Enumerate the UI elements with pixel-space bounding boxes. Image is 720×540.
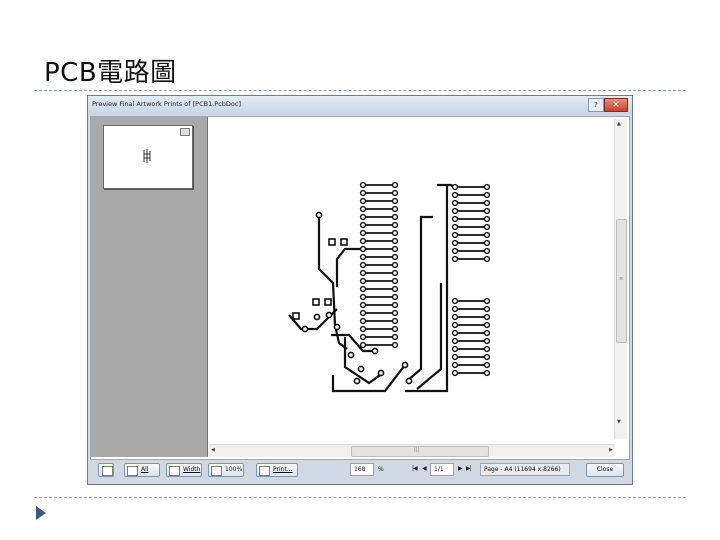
scroll-right-arrow-icon[interactable]: ▶ [609,447,613,453]
page-size-readout: Page - A4 (11694 x 8266) [480,463,570,476]
hscroll-grip-icon: ||| [414,447,420,453]
left-pin-header [363,184,395,346]
page-thumbnail[interactable] [103,125,193,189]
printer-icon [180,128,190,136]
close-button[interactable]: Close [586,463,624,477]
view-toggle-button[interactable] [98,463,114,477]
next-page-icon[interactable]: ▶ [458,465,463,472]
bullet-arrow-icon [36,506,46,520]
pcb-trace [317,217,348,350]
thumbnail-pane [91,117,208,457]
fit-all-icon [127,466,138,476]
fit-width-button[interactable]: Width [166,463,202,477]
zoom-100-button[interactable]: 100% [208,463,244,477]
pcb-trace [331,364,406,393]
dialog-titlebar: Preview Final Artwork Prints of [PCB1.Pc… [88,96,632,114]
last-page-icon[interactable]: ▶| [466,465,472,472]
vertical-scrollbar[interactable]: ▲ ≡ ▼ [614,119,627,439]
bottom-toolbar: All Width 100% Print... 168 % |◀ ◀ 1/1 ▶… [90,460,630,482]
bottom-divider [34,497,686,498]
printer-icon [259,466,270,476]
prev-page-icon[interactable]: ◀ [422,465,427,472]
pcb-artwork [288,181,491,393]
scroll-up-arrow-icon[interactable]: ▲ [617,121,621,127]
right-pin-pads [451,183,491,377]
artwork-preview[interactable] [209,119,615,437]
zoom-input[interactable]: 168 [350,463,374,476]
scroll-left-arrow-icon[interactable]: ◀ [211,447,215,453]
print-button[interactable]: Print... [256,463,298,477]
top-divider [34,90,686,91]
fit-width-icon [169,466,180,476]
dialog-title: Preview Final Artwork Prints of [PCB1.Pc… [92,100,241,108]
zoom-100-icon [211,466,222,476]
help-button[interactable]: ? [588,98,604,112]
first-page-icon[interactable]: |◀ [412,465,418,472]
preview-dialog: Preview Final Artwork Prints of [PCB1.Pc… [87,95,633,485]
right-pin-header-upper [455,186,487,260]
page-input[interactable]: 1/1 [430,463,454,476]
zoom-unit: % [378,466,384,473]
scroll-grip-icon: ≡ [619,276,624,282]
slide-title: PCB電路圖 [44,58,177,88]
view-icon [102,466,113,476]
thumbnail-pcb-miniature [143,149,151,163]
horizontal-scroll-thumb[interactable]: ||| [351,446,489,457]
scroll-down-arrow-icon[interactable]: ▼ [617,419,621,425]
horizontal-scrollbar[interactable]: ◀ ||| ▶ [209,444,615,457]
preview-content: ▲ ≡ ▼ ◀ ||| ▶ [90,116,630,460]
window-close-button[interactable]: ✕ [604,98,628,112]
pcb-trace [406,215,433,382]
right-pin-header-lower [455,300,487,374]
fit-all-button[interactable]: All [124,463,160,477]
vertical-scroll-thumb[interactable]: ≡ [616,219,627,343]
